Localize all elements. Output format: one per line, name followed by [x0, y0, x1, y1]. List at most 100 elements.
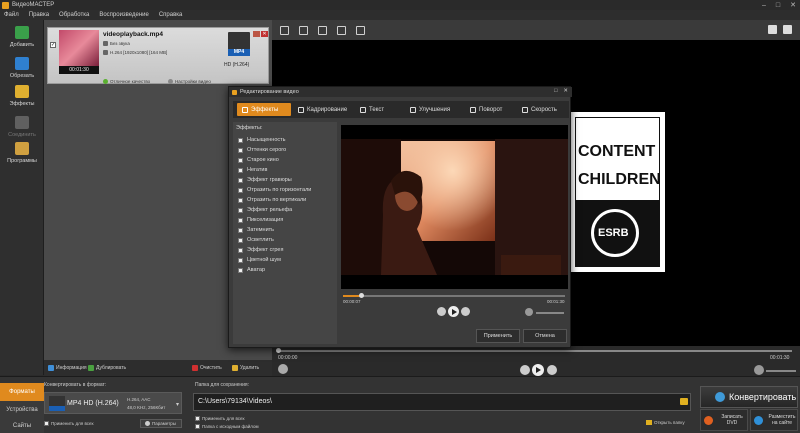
play-button[interactable] [532, 364, 544, 376]
effect-item[interactable]: Эффект гравюры [238, 177, 292, 183]
split-view-icon[interactable] [768, 25, 777, 34]
effect-checkbox[interactable] [238, 207, 243, 213]
dialog-next-button[interactable] [461, 307, 470, 316]
menu-help[interactable]: Справка [159, 12, 183, 18]
tab-text[interactable]: Текст [355, 103, 401, 116]
dialog-close-icon[interactable]: ✕ [563, 88, 568, 94]
effect-checkbox[interactable] [238, 187, 243, 193]
burn-dvd-button[interactable]: Записать DVD [700, 409, 748, 431]
effect-item[interactable]: Эффект сгрея [238, 247, 283, 253]
main-seek-bar[interactable] [278, 350, 792, 352]
minimize-icon[interactable]: – [762, 2, 766, 9]
effect-checkbox[interactable] [238, 267, 243, 273]
tab-formats[interactable]: Форматы [0, 383, 44, 401]
run-icon[interactable] [356, 25, 365, 35]
sidebar-item-effects[interactable]: Эффекты [0, 83, 44, 113]
apply-all-checkbox[interactable] [44, 421, 49, 426]
dialog-volume-icon[interactable] [525, 308, 533, 316]
effect-checkbox[interactable] [238, 227, 243, 233]
file-card[interactable]: ✓ 00:01:30 videoplayback.mp4 Без звука H… [47, 27, 269, 84]
effect-item[interactable]: Пикселизация [238, 217, 283, 223]
menu-edit[interactable]: Правка [29, 12, 49, 18]
fullscreen-icon[interactable] [783, 25, 792, 34]
maximize-icon[interactable]: □ [776, 2, 780, 9]
brightness-icon[interactable] [318, 25, 327, 35]
next-frame-button[interactable] [547, 365, 557, 375]
dialog-volume-slider[interactable] [536, 312, 564, 314]
quality-option[interactable]: Отличное качество [103, 79, 150, 84]
video-settings-option[interactable]: Настройки видео [168, 79, 211, 84]
dialog-seek-bar[interactable] [343, 293, 565, 298]
effect-item[interactable]: Цветной шум [238, 257, 281, 263]
publish-web-button[interactable]: Разместить на сайте [750, 409, 798, 431]
effect-checkbox[interactable] [238, 247, 243, 253]
save-apply-all[interactable]: ✓ Применить для всех [195, 416, 245, 422]
effect-item[interactable]: Старое кино [238, 157, 279, 163]
cancel-button[interactable]: Отмена [523, 329, 567, 343]
main-seek-knob[interactable] [276, 348, 281, 353]
folder-icon[interactable] [680, 398, 688, 405]
effect-item[interactable]: Насыщенность [238, 137, 286, 143]
delete-button[interactable]: Удалить [232, 365, 259, 371]
menu-playback[interactable]: Воспроизведение [99, 12, 149, 18]
save-path-input[interactable]: C:\Users\79134\Videos\ [193, 393, 691, 411]
effect-checkbox[interactable] [238, 257, 243, 263]
tab-devices[interactable]: Устройства [0, 401, 44, 419]
close-icon[interactable]: ✕ [790, 1, 796, 9]
file-edit-icon[interactable] [253, 31, 260, 37]
apply-button[interactable]: Применить [476, 329, 520, 343]
save-apply-all-checkbox[interactable]: ✓ [195, 416, 200, 422]
apply-all-formats[interactable]: Применить для всех [44, 421, 94, 426]
effect-item[interactable]: Эффект рельефа [238, 207, 292, 213]
effect-checkbox[interactable] [238, 157, 243, 163]
convert-button[interactable]: Конвертировать [700, 386, 798, 408]
menu-file[interactable]: Файл [4, 12, 19, 18]
tab-sites[interactable]: Сайты [0, 418, 44, 433]
effect-checkbox[interactable] [238, 217, 243, 223]
dialog-seek-knob[interactable] [358, 293, 364, 298]
snapshot-icon[interactable] [280, 25, 289, 35]
info-button[interactable]: Информация [48, 365, 87, 371]
sidebar-item-trim[interactable]: Обрезать [0, 55, 44, 85]
dialog-play-button[interactable] [448, 306, 459, 317]
snapshot-button[interactable] [278, 364, 288, 374]
effect-item[interactable]: Оттенки серого [238, 147, 286, 153]
format-selector[interactable]: MP4 HD (H.264) H.264, AAC 48,0 KHz, 256К… [44, 392, 182, 414]
effect-checkbox[interactable] [238, 237, 243, 243]
effect-checkbox[interactable] [238, 177, 243, 183]
effect-checkbox[interactable] [238, 197, 243, 203]
tab-enhance[interactable]: Улучшения [405, 103, 461, 116]
effect-item[interactable]: Негатив [238, 167, 267, 173]
effect-checkbox[interactable] [238, 167, 243, 173]
file-remove-icon[interactable]: ✕ [261, 31, 268, 37]
parameters-button[interactable]: Параметры [140, 419, 182, 428]
effect-item[interactable]: Отразить по горизонтали [238, 187, 311, 193]
file-checkbox[interactable]: ✓ [50, 42, 56, 48]
camera-icon[interactable] [337, 25, 346, 35]
sidebar-item-add[interactable]: Добавить [0, 24, 44, 54]
effect-item[interactable]: Отразить по вертикали [238, 197, 306, 203]
save-source-checkbox[interactable] [195, 424, 200, 429]
target-format-badge[interactable]: MP4 [228, 32, 250, 56]
prev-frame-button[interactable] [520, 365, 530, 375]
tab-crop[interactable]: Кадрирование [293, 103, 349, 116]
dialog-prev-button[interactable] [437, 307, 446, 316]
tab-rotate[interactable]: Поворот [465, 103, 513, 116]
effect-item[interactable]: Затемнить [238, 227, 274, 233]
open-folder-button[interactable]: Открыть папку [646, 420, 685, 425]
sidebar-item-programs[interactable]: Программы [0, 140, 44, 170]
menu-process[interactable]: Обработка [59, 12, 89, 18]
effect-item[interactable]: Аватар [238, 267, 265, 273]
volume-slider[interactable] [766, 370, 796, 372]
effect-item[interactable]: Осветлить [238, 237, 274, 243]
dialog-maximize-icon[interactable]: □ [554, 88, 557, 94]
crop-view-icon[interactable] [299, 25, 308, 35]
volume-icon[interactable] [754, 365, 764, 375]
save-source-folder[interactable]: Папка с исходным файлом [195, 424, 259, 429]
tab-speed[interactable]: Скорость [517, 103, 567, 116]
tab-effects[interactable]: Эффекты [237, 103, 291, 116]
clear-button[interactable]: Очистить [192, 365, 222, 371]
duplicate-button[interactable]: Дублировать [88, 365, 126, 371]
effect-checkbox[interactable] [238, 147, 243, 153]
effect-checkbox[interactable] [238, 137, 243, 143]
